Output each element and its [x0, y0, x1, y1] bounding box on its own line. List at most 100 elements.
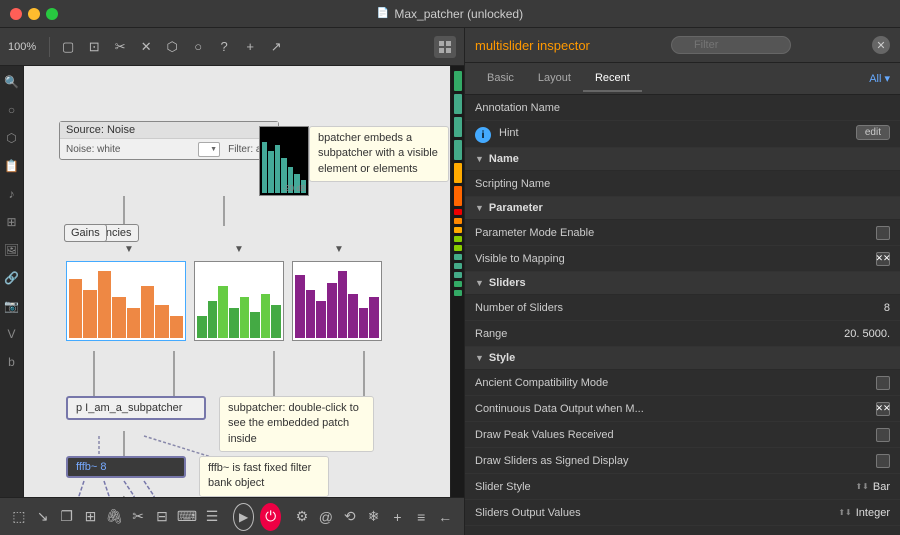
sliders-output-dropdown[interactable]: Integer [838, 507, 890, 519]
sidebar-hex-icon[interactable]: ⬡ [2, 128, 22, 148]
annotation-label: Annotation Name [475, 102, 890, 114]
multislider-frequencies[interactable] [66, 261, 186, 341]
tab-recent[interactable]: Recent [583, 66, 642, 92]
hint-label: Hint [499, 127, 856, 139]
back-btn[interactable]: ← [436, 505, 454, 529]
select-btn[interactable]: ⬚ [10, 505, 28, 529]
maximize-button[interactable] [46, 8, 58, 20]
ms-bar [240, 297, 250, 338]
arrow-down-1: ▼ [124, 244, 134, 255]
ms-bar [316, 301, 326, 338]
grid-btn[interactable]: ⊞ [82, 505, 100, 529]
sidebar-link-icon[interactable]: 🔗 [2, 268, 22, 288]
volume-meter [450, 66, 464, 497]
range-label: Range [475, 328, 844, 340]
slider-style-dropdown[interactable]: Bar [855, 481, 890, 493]
section-sliders[interactable]: ▼ Sliders [465, 272, 900, 295]
vm-seg-large [454, 163, 462, 183]
sidebar-music-icon[interactable]: ♪ [2, 184, 22, 204]
snowflake-btn[interactable]: ❄ [365, 505, 383, 529]
subpatcher-box[interactable]: p I_am_a_subpatcher [66, 396, 206, 420]
sidebar-circle-icon[interactable]: ○ [2, 100, 22, 120]
minus-btn[interactable]: ⊟ [153, 505, 171, 529]
refresh-btn[interactable]: ⟲ [341, 505, 359, 529]
window-title: 📄 Max_patcher (unlocked) [377, 7, 523, 21]
arrow-btn[interactable]: ↘ [34, 505, 52, 529]
fffb-box[interactable]: fffb~ 8 [66, 456, 186, 478]
tab-basic[interactable]: Basic [475, 66, 526, 92]
visible-mapping-label: Visible to Mapping [475, 253, 876, 265]
sidebar-grid-icon[interactable]: ⊞ [2, 212, 22, 232]
cut-btn[interactable]: ✂ [129, 505, 147, 529]
copy-btn[interactable]: ❐ [58, 505, 76, 529]
inspector-search-input[interactable] [671, 36, 791, 54]
arrow-down-2: ▼ [234, 244, 244, 255]
param-mode-checkbox[interactable] [876, 226, 890, 240]
at-btn[interactable]: @ [317, 505, 335, 529]
spectrum-bar [275, 145, 280, 193]
toolbar-btn-hex[interactable]: ⬡ [161, 36, 183, 58]
toolbar-btn-scissors[interactable]: ✂ [109, 36, 131, 58]
draw-peak-checkbox[interactable] [876, 428, 890, 442]
section-parameter[interactable]: ▼ Parameter [465, 197, 900, 220]
draw-peak-label: Draw Peak Values Received [475, 429, 876, 441]
section-style-label: Style [489, 352, 515, 364]
range-row: Range 20. 5000. [465, 321, 900, 347]
spectrum-bar [268, 151, 273, 193]
clip-btn[interactable]: 🖇 [105, 505, 123, 529]
toolbar-btn-circle[interactable]: ○ [187, 36, 209, 58]
ms-bar [218, 286, 228, 338]
menu-btn[interactable]: ≡ [412, 505, 430, 529]
minimize-button[interactable] [28, 8, 40, 20]
source-noise-box[interactable]: Source: Noise ▼ Noise: white Filter: al.… [59, 121, 279, 160]
toolbar-btn-arrow[interactable]: ↗ [265, 36, 287, 58]
power-button[interactable]: ⏻ [260, 503, 281, 531]
left-panel: 100% ▢ ⊡ ✂ ✕ ⬡ ○ ? + ↗ [0, 28, 465, 535]
ms-bar [83, 290, 96, 338]
toolbar-btn-x[interactable]: ✕ [135, 36, 157, 58]
gains-label[interactable]: Gains [64, 224, 107, 242]
multislider-qs[interactable] [194, 261, 284, 341]
toolbar-btn-plus[interactable]: + [239, 36, 261, 58]
section-name-arrow: ▼ [475, 154, 484, 164]
zoom-level[interactable]: 100% [8, 41, 36, 53]
grid-button[interactable] [434, 36, 456, 58]
draw-signed-checkbox[interactable] [876, 454, 890, 468]
visible-mapping-checkbox[interactable]: ✕ [876, 252, 890, 266]
toolbar-btn-square[interactable]: ⊡ [83, 36, 105, 58]
noise-dropdown-arrow[interactable] [198, 141, 220, 157]
toolbar-btn-rect[interactable]: ▢ [57, 36, 79, 58]
ms-bar [208, 301, 218, 338]
continuous-output-checkbox[interactable]: ✕ [876, 402, 890, 416]
play-button[interactable]: ▶ [233, 503, 254, 531]
tab-layout[interactable]: Layout [526, 66, 583, 92]
window-controls[interactable] [10, 8, 58, 20]
section-name[interactable]: ▼ Name [465, 148, 900, 171]
hint-edit-button[interactable]: edit [856, 125, 890, 140]
section-sliders-arrow: ▼ [475, 278, 484, 288]
draw-signed-row: Draw Sliders as Signed Display [465, 448, 900, 474]
param-mode-row: Parameter Mode Enable [465, 220, 900, 246]
section-style[interactable]: ▼ Style [465, 347, 900, 370]
add-btn[interactable]: + [388, 505, 406, 529]
patcher-canvas[interactable]: Source: Noise ▼ Noise: white Filter: al.… [24, 66, 450, 497]
list-btn[interactable]: ☰ [203, 505, 221, 529]
toolbar-btn-help[interactable]: ? [213, 36, 235, 58]
noise-dropdown[interactable] [198, 142, 220, 157]
sidebar-image-icon[interactable]: 🖼 [2, 240, 22, 260]
vm-seg [454, 290, 462, 296]
kbd-btn[interactable]: ⌨ [177, 505, 197, 529]
sidebar-clipboard-icon[interactable]: 📋 [2, 156, 22, 176]
sidebar-camera-icon[interactable]: 📷 [2, 296, 22, 316]
sidebar-b-icon[interactable]: b [2, 352, 22, 372]
left-sidebar: 🔍 ○ ⬡ 📋 ♪ ⊞ 🖼 🔗 📷 V b [0, 66, 24, 497]
ancient-compat-checkbox[interactable] [876, 376, 890, 390]
close-inspector-button[interactable]: ✕ [872, 36, 890, 54]
num-sliders-value: 8 [884, 302, 890, 314]
multislider-gains[interactable] [292, 261, 382, 341]
close-button[interactable] [10, 8, 22, 20]
tab-all[interactable]: All ▾ [869, 72, 890, 85]
settings-btn[interactable]: ⚙ [293, 505, 311, 529]
sidebar-v-icon[interactable]: V [2, 324, 22, 344]
sidebar-search-icon[interactable]: 🔍 [2, 72, 22, 92]
